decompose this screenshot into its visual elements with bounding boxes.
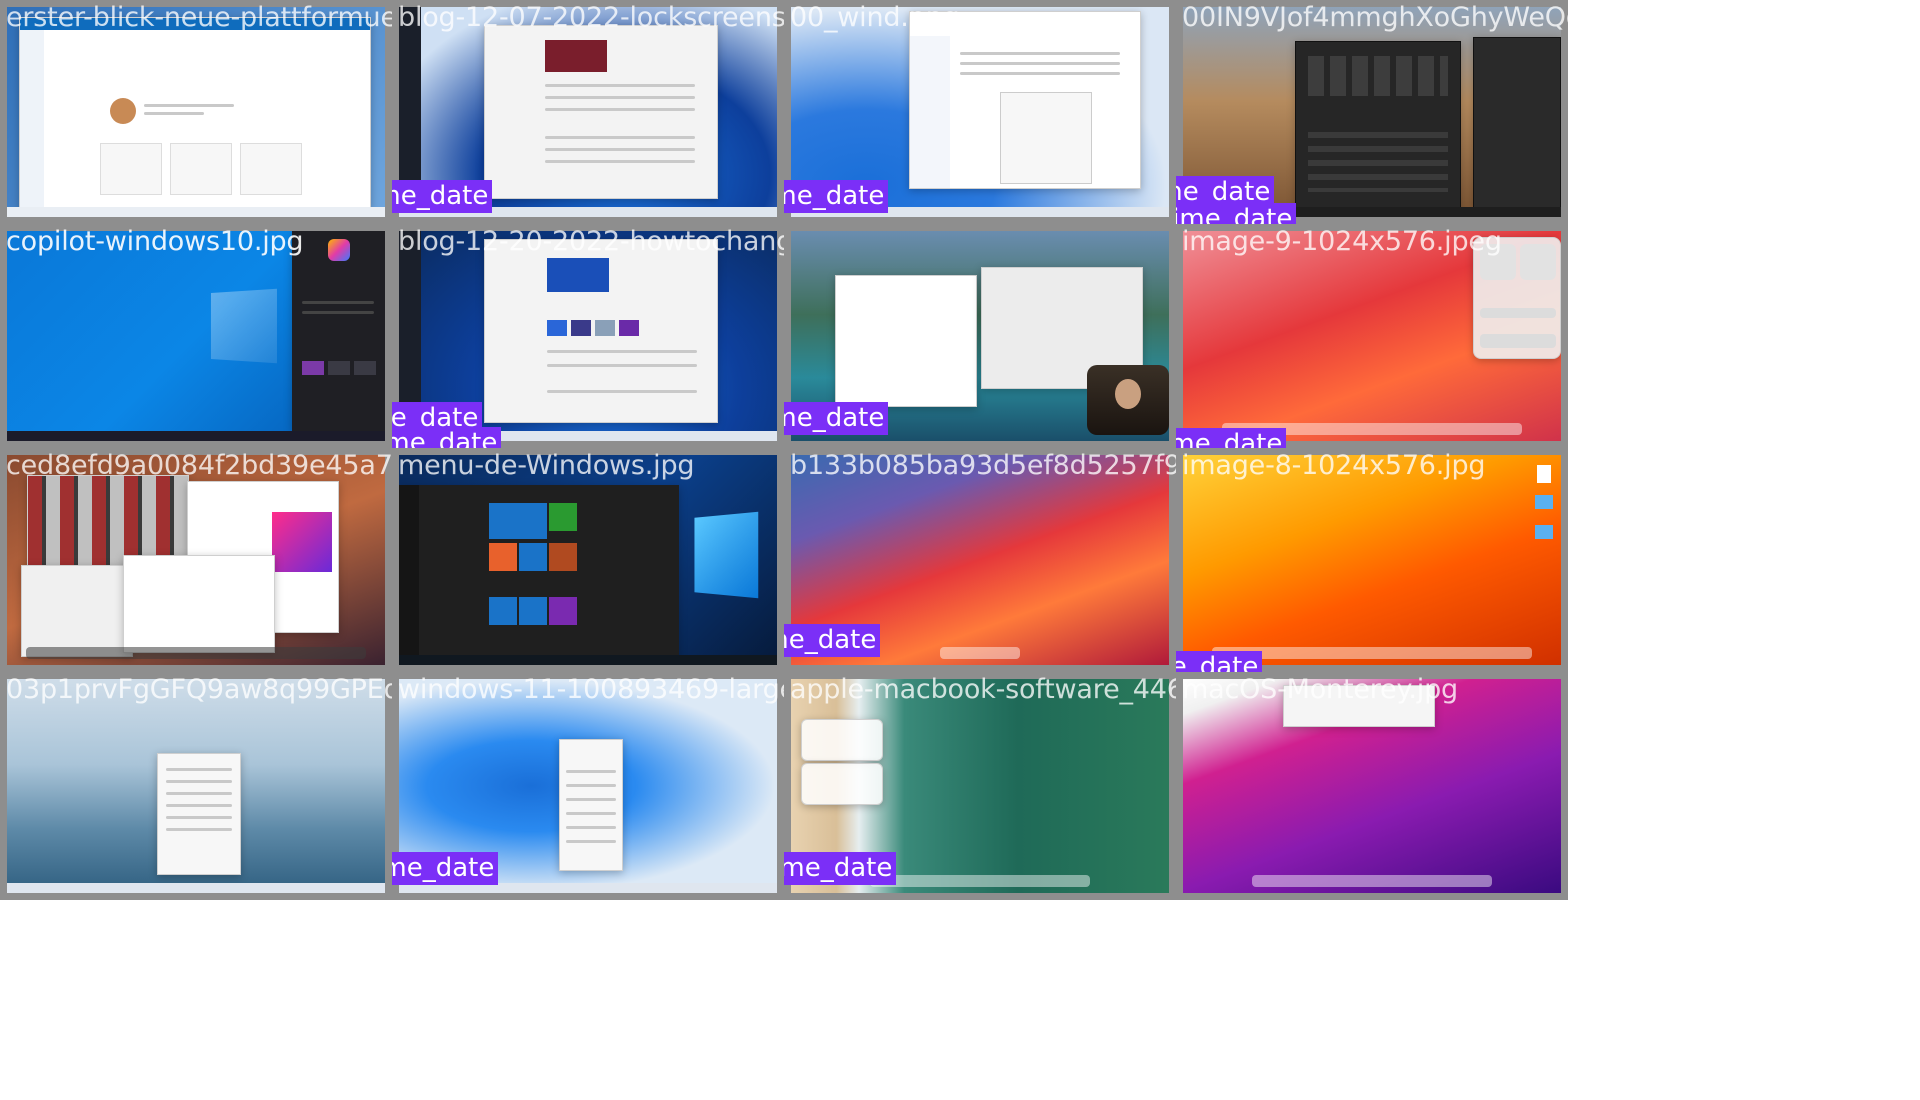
copilot-panel: [292, 231, 385, 431]
start-menu: [157, 753, 241, 875]
win11-lake-start-screenshot: [7, 679, 385, 893]
macos-dock: [940, 647, 1020, 659]
notes-window: [123, 555, 275, 653]
finder-window: [1283, 685, 1435, 727]
siri-window: [21, 565, 133, 657]
start-menu: [1295, 41, 1461, 213]
macos-control-center-screenshot: [1183, 231, 1561, 441]
time-date-badge: time_date: [392, 427, 502, 448]
copilot-windows10-screenshot: [7, 231, 385, 441]
time-date-badge: time_date: [784, 180, 889, 213]
tile-9[interactable]: ced8efd9a0084f2bd39e45a76397f120.jpg: [0, 448, 392, 672]
taskbar: [399, 655, 777, 665]
taskbar: [7, 207, 385, 217]
tile-7[interactable]: time_date: [784, 224, 1176, 448]
settings-window: [484, 239, 718, 423]
tile-13[interactable]: 03p1prvFgGFQ9aw8q99GPEq-1..v1628763288: [0, 672, 392, 900]
macos-ventura-wallpaper-screenshot: [1183, 455, 1561, 665]
macos-dock: [870, 875, 1090, 887]
tile-15[interactable]: apple-macbook-software_446467092_nttl.jp…: [784, 672, 1176, 900]
windows-logo: [210, 288, 277, 364]
time-date-badge: time_date: [784, 852, 897, 885]
time-date-badge: time_date: [784, 402, 889, 435]
time-date-badge: time_date: [392, 852, 499, 885]
time-date-badge: time_date: [1176, 203, 1297, 224]
start-menu: [559, 739, 623, 871]
notification-panel: [1473, 37, 1561, 209]
tile-3[interactable]: 00_wind.png time_date: [784, 0, 1176, 224]
macos-dock: [26, 647, 366, 659]
tile-16[interactable]: macOS-Monterey.jpg: [1176, 672, 1568, 900]
widget-reminders: [801, 719, 883, 761]
time-date-badge: time_date: [1176, 428, 1287, 448]
macos-dock: [1252, 875, 1492, 887]
tile-14[interactable]: windows-11-100893469-large.jpg time_date: [392, 672, 784, 900]
outlook-window: [19, 17, 371, 209]
tile-12[interactable]: image-8-1024x576.jpg time_date: [1176, 448, 1568, 672]
tile-8[interactable]: image-9-1024x576.jpeg time_date: [1176, 224, 1568, 448]
taskbar: [7, 883, 385, 893]
tile-1[interactable]: erster-blick-neue-plattformuebergreifend…: [0, 0, 392, 224]
screenshot-grid: erster-blick-neue-plattformuebergreifend…: [0, 0, 1920, 1100]
webcam-overlay: [1087, 365, 1169, 435]
windows-logo: [694, 511, 759, 599]
tile-11[interactable]: b133b085ba93d5ef8d5257f9d0535d68d9c2.jpg…: [784, 448, 1176, 672]
tile-2[interactable]: blog-12-07-2022-lockscreensettings_windo…: [392, 0, 784, 224]
tile-6[interactable]: blog-12-20-2022-howtochangethebackground…: [392, 224, 784, 448]
outlook-screenshot: [7, 7, 385, 217]
windows10-start-menu-screenshot: [399, 455, 777, 665]
time-date-badge: time_date: [1176, 651, 1263, 672]
taskbar: [7, 431, 385, 441]
time-date-badge: time_date: [392, 180, 493, 213]
macos-busy-desktop-screenshot: [7, 455, 385, 665]
desktop-folder-icon: [1535, 495, 1553, 509]
tile-4[interactable]: 00IN9VJof4mmghXoGhyWeQg-2... time_date t…: [1176, 0, 1568, 224]
control-center-panel: [1473, 237, 1561, 359]
file-explorer-window: [909, 11, 1141, 189]
desktop-file-icon: [1537, 465, 1551, 483]
desktop-folder-icon: [1535, 525, 1553, 539]
textedit-window: [835, 275, 977, 407]
tile-5[interactable]: copilot-windows10.jpg: [0, 224, 392, 448]
tile-10[interactable]: menu-de-Windows.jpg: [392, 448, 784, 672]
time-date-badge: time_date: [784, 624, 881, 657]
start-menu: [399, 485, 679, 665]
widget-weather: [801, 763, 883, 805]
macos-monterey-screenshot: [1183, 679, 1561, 893]
settings-window: [484, 25, 718, 199]
